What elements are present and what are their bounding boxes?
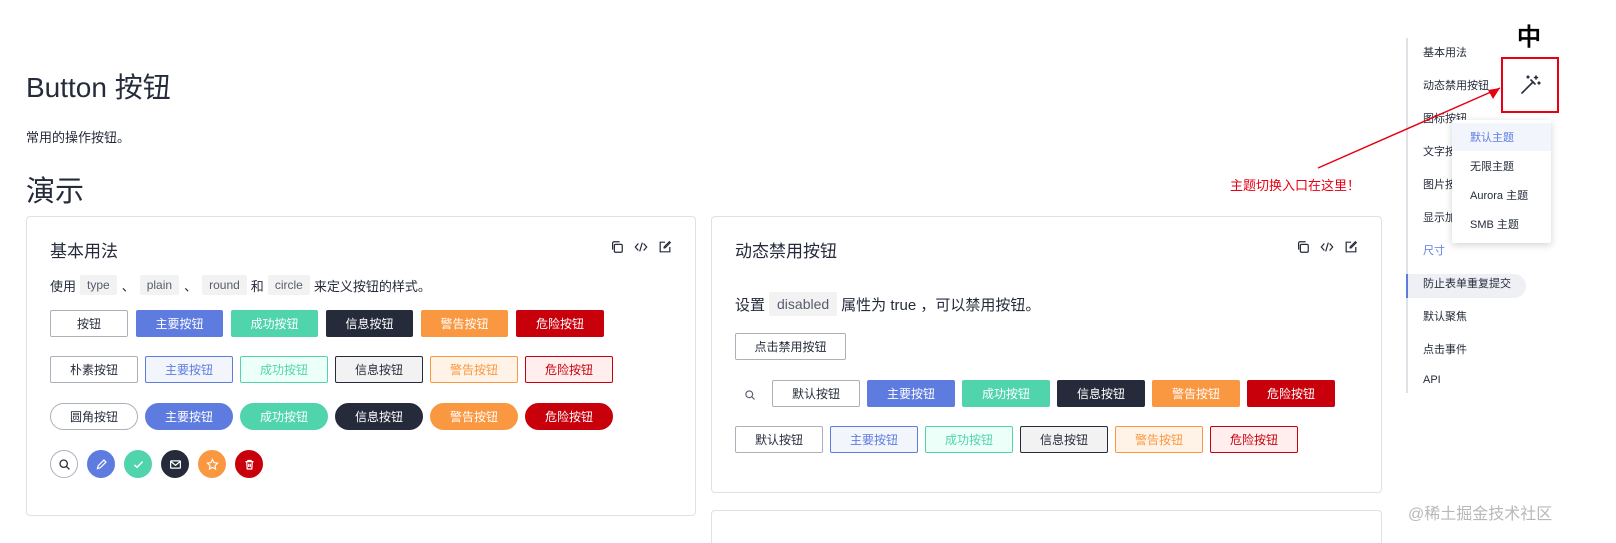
edit-icon[interactable] <box>1344 240 1358 254</box>
circle-delete-button[interactable] <box>235 450 263 478</box>
success-button[interactable]: 成功按钮 <box>962 380 1050 407</box>
card-description: 使用 type 、 plain 、 round 和 circle 来定义按钮的样… <box>50 275 431 295</box>
copy-icon[interactable] <box>610 240 624 254</box>
plain-success-button[interactable]: 成功按钮 <box>925 426 1013 453</box>
code-snippet: type <box>80 275 117 295</box>
round-button[interactable]: 圆角按钮 <box>50 403 138 430</box>
round-info-button[interactable]: 信息按钮 <box>335 403 423 430</box>
code-snippet: round <box>202 275 247 295</box>
danger-button[interactable]: 危险按钮 <box>516 310 604 337</box>
desc-separator: 、 <box>121 278 135 294</box>
primary-button[interactable]: 主要按钮 <box>867 380 955 407</box>
magic-wand-icon <box>1521 75 1541 94</box>
search-icon <box>58 458 70 470</box>
round-danger-button[interactable]: 危险按钮 <box>525 403 613 430</box>
annotation-arrow <box>1317 87 1501 169</box>
plain-info-button[interactable]: 信息按钮 <box>1020 426 1108 453</box>
plain-info-button[interactable]: 信息按钮 <box>335 356 423 383</box>
star-icon <box>205 457 219 470</box>
circle-check-button[interactable] <box>124 450 152 478</box>
mail-icon <box>169 459 181 469</box>
code-snippet: circle <box>267 275 310 295</box>
desc-text: 使用 <box>50 278 77 294</box>
toc-item[interactable]: 防止表单重复提交 <box>1423 275 1511 291</box>
card-title: 动态禁用按钮 <box>735 242 837 261</box>
demo-card-basic: 基本用法 使用 type 、 plain 、 round 和 circle 来定… <box>26 216 696 516</box>
theme-option-smb[interactable]: SMB 主题 <box>1452 210 1551 238</box>
page-description: 常用的操作按钮。 <box>26 130 131 145</box>
copy-icon[interactable] <box>1296 240 1310 254</box>
search-icon[interactable] <box>744 389 756 401</box>
plain-danger-button[interactable]: 危险按钮 <box>525 356 613 383</box>
section-title: 演示 <box>26 176 85 208</box>
danger-button[interactable]: 危险按钮 <box>1247 380 1335 407</box>
desc-text: 和 <box>250 278 264 294</box>
code-snippet: disabled <box>769 292 838 316</box>
card-toolbar <box>610 240 672 254</box>
toc-item[interactable]: API <box>1423 374 1441 386</box>
circle-mail-button[interactable] <box>161 450 189 478</box>
language-switch[interactable]: 中 <box>1517 17 1541 52</box>
round-success-button[interactable]: 成功按钮 <box>240 403 328 430</box>
demo-card-disabled: 动态禁用按钮 设置 disabled 属性为 true ，可以禁用按钮。 点击禁… <box>711 216 1382 493</box>
card-toolbar <box>1296 240 1358 254</box>
code-icon[interactable] <box>634 240 648 254</box>
edit-icon[interactable] <box>658 240 672 254</box>
code-snippet: plain <box>139 275 180 295</box>
plain-success-button[interactable]: 成功按钮 <box>240 356 328 383</box>
card-title: 基本用法 <box>50 242 118 261</box>
warning-button[interactable]: 警告按钮 <box>1152 380 1240 407</box>
page-title: Button 按钮 <box>26 72 171 103</box>
toc-item[interactable]: 点击事件 <box>1423 341 1467 357</box>
default-button[interactable]: 默认按钮 <box>772 380 860 407</box>
plain-button[interactable]: 朴素按钮 <box>50 356 138 383</box>
toc-item[interactable]: 基本用法 <box>1423 44 1467 60</box>
default-button[interactable]: 按钮 <box>50 310 128 337</box>
demo-card-next <box>711 510 1382 543</box>
desc-text: 设置 <box>735 296 766 314</box>
circle-star-button[interactable] <box>198 450 226 478</box>
round-warning-button[interactable]: 警告按钮 <box>430 403 518 430</box>
delete-icon <box>244 459 254 470</box>
annotation-text: 主题切换入口在这里！ <box>1230 178 1361 193</box>
circle-search-button[interactable] <box>50 450 78 478</box>
warning-button[interactable]: 警告按钮 <box>421 310 508 337</box>
plain-primary-button[interactable]: 主要按钮 <box>145 356 233 383</box>
plain-warning-button[interactable]: 警告按钮 <box>430 356 518 383</box>
plain-danger-button[interactable]: 危险按钮 <box>1210 426 1298 453</box>
desc-text: 属性为 true ，可以禁用按钮。 <box>841 296 1041 314</box>
desc-separator: 、 <box>184 278 198 294</box>
circle-edit-button[interactable] <box>87 450 115 478</box>
plain-default-button[interactable]: 默认按钮 <box>735 426 823 453</box>
plain-primary-button[interactable]: 主要按钮 <box>830 426 918 453</box>
card-description: 设置 disabled 属性为 true ，可以禁用按钮。 <box>735 292 1040 316</box>
theme-option-aurora[interactable]: Aurora 主题 <box>1452 181 1551 209</box>
toc-item[interactable]: 默认聚焦 <box>1423 308 1467 324</box>
info-button[interactable]: 信息按钮 <box>326 310 413 337</box>
success-button[interactable]: 成功按钮 <box>231 310 318 337</box>
plain-warning-button[interactable]: 警告按钮 <box>1115 426 1203 453</box>
toc-item-active[interactable]: 尺寸 <box>1423 242 1445 258</box>
toggle-disable-button[interactable]: 点击禁用按钮 <box>735 333 846 360</box>
code-icon[interactable] <box>1320 240 1334 254</box>
edit-icon <box>96 458 107 469</box>
primary-button[interactable]: 主要按钮 <box>136 310 223 337</box>
round-primary-button[interactable]: 主要按钮 <box>145 403 233 430</box>
desc-text: 来定义按钮的样式。 <box>313 278 431 294</box>
info-button[interactable]: 信息按钮 <box>1057 380 1145 407</box>
watermark: @稀土掘金技术社区 <box>1408 506 1553 523</box>
check-icon <box>133 460 143 468</box>
